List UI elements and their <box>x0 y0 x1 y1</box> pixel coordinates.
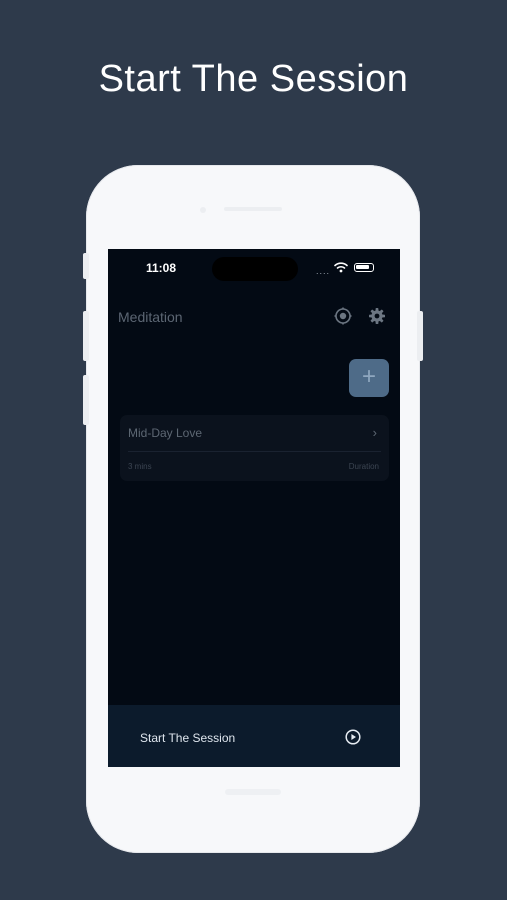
start-session-label: Start The Session <box>140 731 236 745</box>
dynamic-island <box>212 257 298 281</box>
add-session-button[interactable]: + <box>349 359 389 397</box>
session-title: Mid-Day Love <box>128 426 203 440</box>
signal-icon: .... <box>316 266 331 276</box>
earpiece-speaker <box>224 207 282 211</box>
hero-title: Start The Session <box>98 58 409 100</box>
gear-icon[interactable] <box>368 307 386 325</box>
battery-icon <box>354 263 374 272</box>
session-card[interactable]: Mid-Day Love › 3 mins Duration <box>120 415 389 481</box>
start-session-bar[interactable]: Start The Session <box>108 705 400 767</box>
wifi-icon <box>334 262 348 273</box>
card-divider <box>128 451 381 452</box>
status-bar: 11:08 .... <box>108 249 400 287</box>
play-icon[interactable] <box>345 729 361 745</box>
home-indicator <box>225 789 281 795</box>
timer-settings-icon[interactable] <box>334 307 352 325</box>
app-screen: 11:08 .... Meditation + Mid-Day Love › 3… <box>108 249 400 767</box>
phone-side-button <box>83 311 89 361</box>
phone-side-button <box>83 253 89 279</box>
app-title: Meditation <box>118 309 183 325</box>
phone-side-button <box>417 311 423 361</box>
session-duration: 3 mins <box>128 462 152 471</box>
session-duration-label: Duration <box>348 462 379 471</box>
phone-side-button <box>83 375 89 425</box>
status-time: 11:08 <box>146 261 177 275</box>
front-camera <box>200 207 206 213</box>
chevron-right-icon: › <box>372 425 377 440</box>
phone-frame: 11:08 .... Meditation + Mid-Day Love › 3… <box>83 165 423 853</box>
